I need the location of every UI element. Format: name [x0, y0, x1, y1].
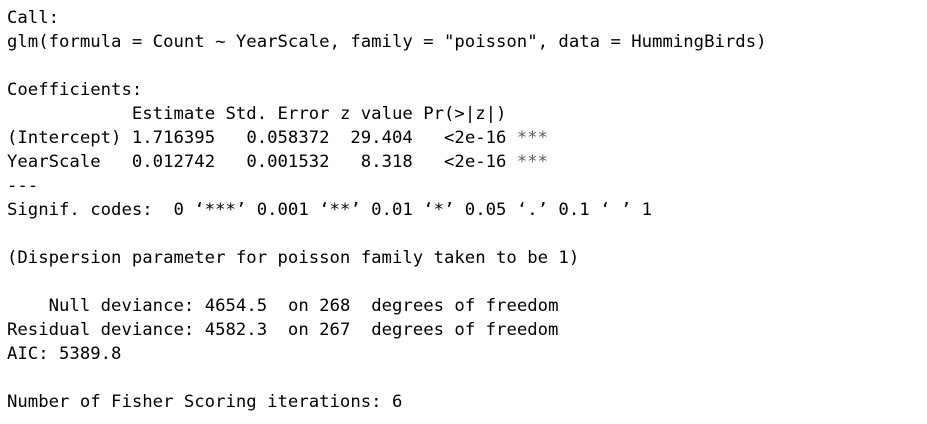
- null-deviance-df: 268: [319, 296, 351, 316]
- signif-codes: Signif. codes: 0 ‘***’ 0.001 ‘**’ 0.01 ‘…: [7, 200, 653, 220]
- signif-stars: ***: [516, 152, 549, 172]
- residual-deviance-label: Residual deviance:: [7, 320, 195, 340]
- std-error: 0.058372: [246, 128, 330, 148]
- signif-stars: ***: [516, 128, 549, 148]
- coef-table-header: Estimate Std. Error z value Pr(>|z|): [7, 102, 922, 126]
- p-value: <2e-16: [444, 152, 507, 172]
- aic-line: AIC: 5389.8: [7, 342, 922, 366]
- r-console-output: Call: glm(formula = Count ~ YearScale, f…: [7, 6, 922, 414]
- std-error: 0.001532: [246, 152, 330, 172]
- col-p-value: Pr(>|z|): [423, 104, 507, 124]
- residual-deviance-df-text: degrees of freedom: [371, 320, 559, 340]
- aic-label: AIC:: [7, 344, 49, 364]
- residual-deviance-df: 267: [319, 320, 351, 340]
- null-deviance-df-text: degrees of freedom: [371, 296, 559, 316]
- col-z-value: z value: [339, 104, 413, 124]
- estimate: 0.012742: [131, 152, 216, 172]
- null-deviance-line: Null deviance: 4654.5 on 268 degrees of …: [48, 296, 559, 316]
- z-value: 8.318: [360, 152, 413, 172]
- fisher-value: 6: [391, 392, 403, 412]
- residual-deviance-line: Residual deviance: 4582.3 on 267 degrees…: [7, 320, 559, 340]
- coef-row-yearscale: YearScale 0.012742 0.001532 8.318 <2e-16…: [7, 150, 922, 174]
- fisher-label: Number of Fisher Scoring iterations:: [7, 392, 382, 412]
- coef-row-intercept: (Intercept) 1.716395 0.058372 29.404 <2e…: [7, 126, 922, 150]
- coefficients-header: Coefficients:: [7, 80, 143, 100]
- null-deviance-label: Null deviance:: [48, 296, 195, 316]
- separator: ---: [7, 176, 39, 196]
- residual-deviance-value: 4582.3: [204, 320, 268, 340]
- aic-value: 5389.8: [59, 344, 122, 364]
- estimate: 1.716395: [131, 128, 216, 148]
- term: YearScale: [7, 152, 101, 172]
- null-deviance-value: 4654.5: [204, 296, 268, 316]
- call-header: Call:: [7, 8, 60, 28]
- z-value: 29.404: [350, 128, 413, 148]
- glm-call: glm(formula = Count ~ YearScale, family …: [7, 32, 767, 52]
- term: (Intercept): [7, 128, 122, 148]
- col-std-error: Std. Error: [225, 104, 330, 124]
- dispersion-note: (Dispersion parameter for poisson family…: [7, 248, 580, 268]
- fisher-iterations-line: Number of Fisher Scoring iterations: 6: [7, 390, 922, 414]
- p-value: <2e-16: [444, 128, 507, 148]
- col-estimate: Estimate: [131, 104, 216, 124]
